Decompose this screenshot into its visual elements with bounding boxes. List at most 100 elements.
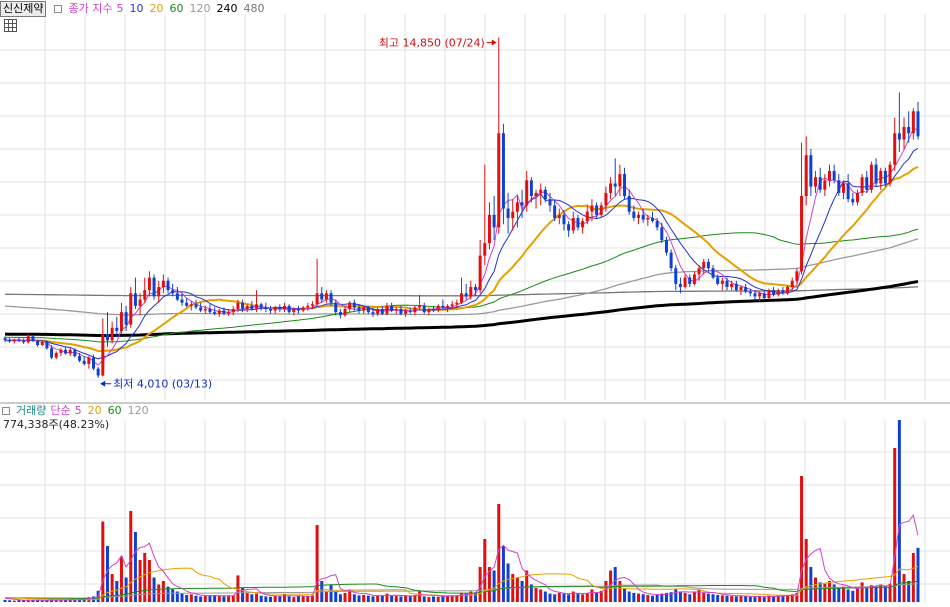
volume-bar <box>236 575 240 602</box>
candle-body <box>497 133 501 228</box>
candle-body <box>571 217 575 231</box>
volume-bar <box>12 600 16 602</box>
candle-body <box>64 349 68 354</box>
candle-body <box>520 202 524 206</box>
price-legend: 신신제약 종가 지수 5 10 20 60 120 240 480 <box>0 1 270 17</box>
candle-body <box>874 164 878 184</box>
volume-bar <box>250 594 254 602</box>
ma-120-label[interactable]: 120 <box>189 2 210 15</box>
chart-canvas: 최고 14,850 (07/24) 최저 4,010 (03/13) <box>0 14 950 602</box>
candle-body <box>627 196 631 212</box>
volume-bar <box>399 596 403 602</box>
volume-bar <box>227 596 231 602</box>
volume-bar <box>632 592 636 602</box>
candle-body <box>534 192 538 197</box>
candle-body <box>399 308 403 314</box>
ma-20-label[interactable]: 20 <box>149 2 163 15</box>
ma-10-label[interactable]: 10 <box>129 2 143 15</box>
annotation-layer: 최고 14,850 (07/24) 최저 4,010 (03/13) <box>100 37 497 391</box>
volume-bar <box>702 592 706 602</box>
candle-body <box>338 312 342 316</box>
volume-bar <box>758 596 762 602</box>
volume-bar <box>194 595 198 602</box>
volume-bar <box>809 567 813 602</box>
volume-bar <box>273 596 277 602</box>
volume-bar <box>450 595 454 602</box>
candle-body <box>96 368 100 376</box>
candle-body <box>846 183 850 200</box>
volume-bar <box>352 594 356 602</box>
volume-ma-label[interactable]: 단순 <box>50 404 70 417</box>
ma-480-label[interactable]: 480 <box>243 2 264 15</box>
candle-body <box>450 304 454 306</box>
candle-body <box>585 211 589 222</box>
volume-bar <box>911 553 915 602</box>
candle-body <box>87 357 91 364</box>
volume-bar <box>161 581 165 602</box>
volume-bar <box>343 592 347 602</box>
candle-body <box>185 302 189 306</box>
volume-bar <box>711 594 715 602</box>
candle-body <box>217 310 221 314</box>
candle-body <box>660 227 664 240</box>
candle-body <box>236 302 240 309</box>
volume-bar <box>483 539 487 602</box>
volume-bar <box>40 600 44 602</box>
candle-body <box>711 268 715 278</box>
price-legend-label[interactable]: 종가 지수 <box>68 2 112 15</box>
candle-body <box>818 177 822 190</box>
candle-body <box>138 299 142 306</box>
vol-ma-20-label[interactable]: 20 <box>88 404 102 417</box>
candle-body <box>413 307 417 313</box>
candle-body <box>441 305 445 308</box>
volume-bar <box>292 597 296 602</box>
volume-bar <box>548 593 552 602</box>
candle-body <box>790 280 794 288</box>
volume-bar <box>855 588 859 602</box>
ma-240-label[interactable]: 240 <box>216 2 237 15</box>
volume-bar <box>306 596 310 602</box>
vol-ma-120-label[interactable]: 120 <box>128 404 149 417</box>
volume-bar <box>376 595 380 602</box>
candle-body <box>422 305 426 313</box>
volume-bar <box>492 570 496 602</box>
candle-body <box>478 255 482 291</box>
volume-bar <box>637 593 641 602</box>
candle-body <box>604 192 608 206</box>
candle-body <box>36 341 40 346</box>
candle-body <box>287 305 291 313</box>
volume-bar <box>897 420 901 602</box>
candle-body <box>17 339 21 341</box>
stock-name-label[interactable]: 신신제약 <box>0 1 47 17</box>
candle-body <box>832 170 836 181</box>
grid-toggle-icon[interactable] <box>4 19 17 32</box>
candle-body <box>180 299 184 303</box>
ma-60-label[interactable]: 60 <box>169 2 183 15</box>
candle-body <box>22 340 26 343</box>
low-arrow-icon <box>100 380 106 387</box>
vol-ma-60-label[interactable]: 60 <box>108 404 122 417</box>
volume-bar <box>623 588 627 602</box>
volume-legend-label[interactable]: 거래량 <box>16 404 46 417</box>
vol-ma-5-label[interactable]: 5 <box>75 404 82 417</box>
candle-body <box>823 180 827 190</box>
volume-bar <box>800 476 804 602</box>
volume-bar <box>287 596 291 602</box>
candle-body <box>795 271 799 281</box>
volume-bar <box>744 596 748 602</box>
candle-body <box>879 170 883 184</box>
candle-body <box>273 307 277 311</box>
candle-body <box>8 340 12 342</box>
volume-bar <box>427 597 431 602</box>
candle-body <box>390 305 394 311</box>
ma-5-label[interactable]: 5 <box>116 2 123 15</box>
candle-body <box>772 290 776 295</box>
volume-bar <box>604 581 608 602</box>
volume-bar <box>902 574 906 602</box>
legend-marker-icon <box>54 4 63 13</box>
legend-marker-icon <box>2 406 10 415</box>
candle-body <box>683 277 687 288</box>
candle-body <box>59 349 63 353</box>
candle-body <box>548 199 552 206</box>
candle-body <box>492 214 496 228</box>
